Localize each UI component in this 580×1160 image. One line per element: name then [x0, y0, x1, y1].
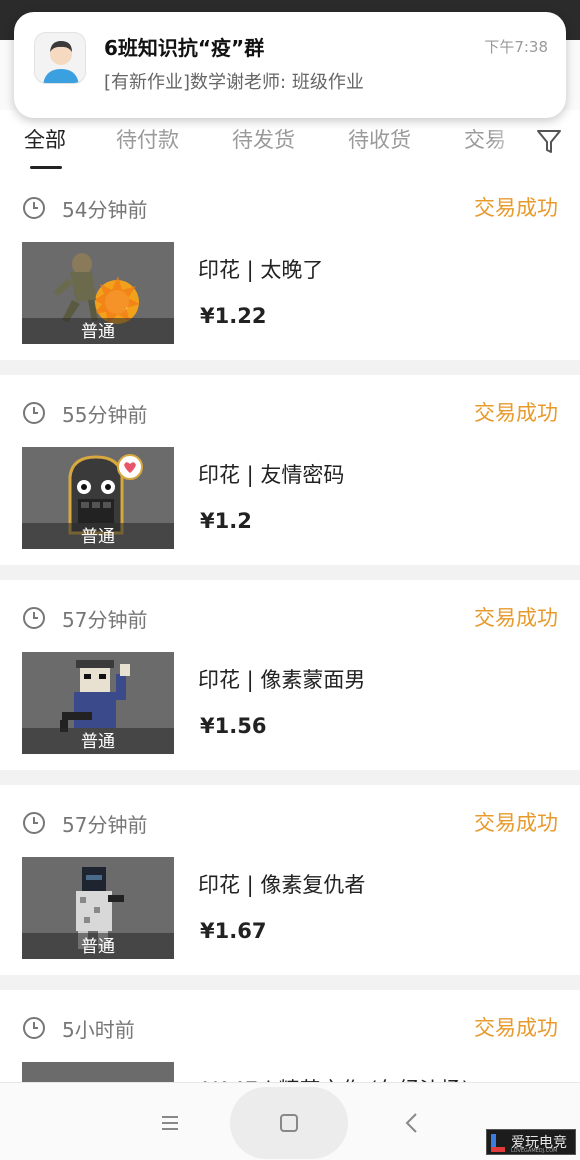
- item-name: 印花 | 像素蒙面男: [198, 668, 366, 692]
- order-time: 57分钟前: [62, 813, 148, 837]
- tab-pending-shipment[interactable]: 待发货: [232, 124, 295, 154]
- order-time: 57分钟前: [62, 608, 148, 632]
- order-status: 交易成功: [474, 606, 558, 630]
- clock-icon: [23, 1017, 45, 1039]
- filter-icon[interactable]: [532, 124, 566, 158]
- item-name: 印花 | 像素复仇者: [198, 873, 366, 897]
- order-status: 交易成功: [474, 401, 558, 425]
- notification-message: [有新作业]数学谢老师: 班级作业: [104, 72, 364, 93]
- rarity-label: 普通: [81, 732, 115, 752]
- item-name: 印花 | 友情密码: [198, 463, 345, 487]
- order-status: 交易成功: [474, 196, 558, 220]
- tab-fade: [490, 110, 530, 170]
- back-chevron-icon[interactable]: [394, 1105, 430, 1141]
- clock-icon: [23, 402, 45, 424]
- clock-icon: [23, 607, 45, 629]
- item-thumbnail[interactable]: 普通: [22, 242, 174, 344]
- tab-all[interactable]: 全部: [24, 124, 66, 154]
- order-card[interactable]: 57分钟前 交易成功 普通 印花 | 像素蒙面男 ¥1.56: [0, 580, 580, 770]
- item-price: ¥1.22: [200, 304, 267, 328]
- order-card[interactable]: 54分钟前 交易成功 普通 印花 | 太晚了 ¥1.22: [0, 170, 580, 360]
- order-time: 55分钟前: [62, 403, 148, 427]
- order-status: 交易成功: [474, 811, 558, 835]
- active-tab-indicator: [30, 166, 62, 169]
- notification-title: 6班知识抗“疫”群: [104, 36, 265, 60]
- site-watermark: 爱玩电竞 LOVEGAMEDJ.COM: [486, 1129, 576, 1155]
- menu-icon[interactable]: [152, 1105, 188, 1141]
- tab-pending-receipt[interactable]: 待收货: [348, 124, 411, 154]
- order-time: 5小时前: [62, 1018, 135, 1042]
- rarity-label: 普通: [81, 322, 115, 342]
- home-square-icon[interactable]: [271, 1105, 307, 1141]
- item-thumbnail[interactable]: 普通: [22, 652, 174, 754]
- notification-time: 下午7:38: [484, 38, 548, 56]
- clock-icon: [23, 197, 45, 219]
- rarity-label: 普通: [81, 527, 115, 547]
- item-price: ¥1.67: [200, 919, 267, 943]
- rarity-label: 普通: [81, 937, 115, 957]
- group-avatar: [34, 32, 86, 84]
- item-name: 印花 | 太晚了: [198, 258, 324, 282]
- item-thumbnail[interactable]: 普通: [22, 447, 174, 549]
- tab-pending-payment[interactable]: 待付款: [116, 124, 179, 154]
- order-time: 54分钟前: [62, 198, 148, 222]
- order-card[interactable]: 57分钟前 交易成功 普通 印花 | 像素复仇者 ¥1.67: [0, 785, 580, 975]
- item-thumbnail[interactable]: 普通: [22, 857, 174, 959]
- item-price: ¥1.56: [200, 714, 267, 738]
- notification-banner[interactable]: 6班知识抗“疫”群 下午7:38 [有新作业]数学谢老师: 班级作业: [14, 12, 566, 118]
- watermark-logo-icon: [491, 1134, 505, 1152]
- item-price: ¥1.2: [200, 509, 252, 533]
- watermark-subtext: LOVEGAMEDJ.COM: [511, 1148, 558, 1154]
- order-status: 交易成功: [474, 1016, 558, 1040]
- order-tabs: 全部 待付款 待发货 待收货 交易: [0, 110, 580, 170]
- order-card[interactable]: 55分钟前 交易成功 普通 印花 | 友情密码 ¥1.2: [0, 375, 580, 565]
- clock-icon: [23, 812, 45, 834]
